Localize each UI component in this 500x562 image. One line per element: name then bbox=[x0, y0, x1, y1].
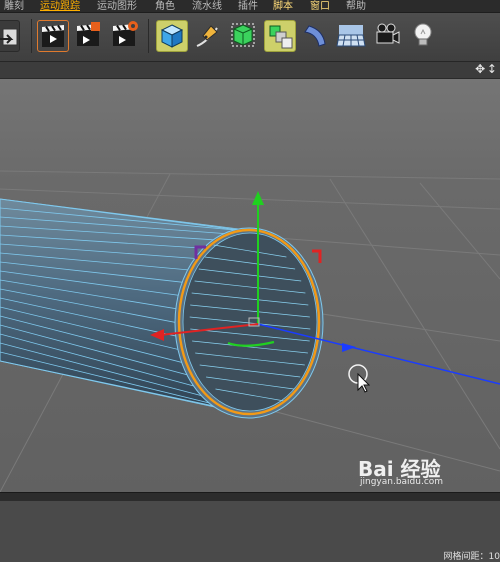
pen-spline-button[interactable] bbox=[191, 20, 223, 52]
perspective-viewport[interactable]: 网格间距：10 bbox=[0, 79, 500, 562]
menu-help[interactable]: 帮助 bbox=[346, 0, 366, 12]
deformer-button[interactable] bbox=[301, 20, 333, 52]
render-settings-button[interactable] bbox=[109, 20, 141, 52]
subdivision-cube-icon bbox=[231, 23, 255, 47]
menu-plugins[interactable]: 插件 bbox=[238, 0, 258, 12]
menu-sculpt[interactable]: 雕刻 bbox=[4, 0, 24, 12]
cube-button[interactable] bbox=[156, 20, 188, 52]
light-bulb-icon bbox=[414, 23, 432, 46]
viewport-canvas[interactable] bbox=[0, 79, 500, 492]
array-button[interactable] bbox=[264, 20, 296, 52]
viewport-header: ✥ ↕ bbox=[0, 62, 500, 79]
grid-spacing-label: 网格间距：10 bbox=[443, 552, 500, 562]
watermark-url: jingyan.baidu.com bbox=[360, 477, 444, 487]
viewport-navigation-icon[interactable]: ✥ ↕ bbox=[475, 62, 497, 76]
pen-icon bbox=[196, 25, 218, 47]
menu-bar: 雕刻 运动跟踪 运动图形 角色 流水线 插件 脚本 窗口 帮助 bbox=[0, 0, 500, 13]
light-button[interactable] bbox=[408, 20, 440, 52]
arrow-right-icon bbox=[0, 28, 18, 46]
mouse-cursor bbox=[348, 364, 371, 397]
render-picture-viewer-button[interactable] bbox=[73, 20, 105, 52]
clapperboard-gear-icon bbox=[113, 21, 138, 46]
camera-icon bbox=[376, 23, 400, 44]
array-cubes-icon bbox=[269, 25, 293, 49]
subdivision-surface-button[interactable] bbox=[228, 20, 260, 52]
menu-script[interactable]: 脚本 bbox=[273, 0, 293, 12]
cube-icon bbox=[160, 24, 184, 48]
floor-grid-icon bbox=[336, 25, 366, 47]
toolbar bbox=[0, 13, 500, 62]
toolbar-separator bbox=[148, 19, 149, 53]
bend-deformer-icon bbox=[304, 25, 326, 47]
toolbar-separator bbox=[31, 19, 32, 53]
menu-character[interactable]: 角色 bbox=[155, 0, 175, 12]
clapperboard-icon bbox=[42, 24, 64, 47]
floor-environment-button[interactable] bbox=[336, 20, 368, 52]
tube-cap-inner bbox=[182, 232, 318, 412]
clapperboard-viewer-icon bbox=[77, 22, 100, 46]
menu-motion-tracking[interactable]: 运动跟踪 bbox=[40, 0, 80, 12]
menu-window[interactable]: 窗口 bbox=[310, 0, 330, 12]
menu-mograph[interactable]: 运动图形 bbox=[97, 0, 137, 12]
previous-tool-button[interactable] bbox=[0, 20, 20, 52]
menu-pipeline[interactable]: 流水线 bbox=[192, 0, 222, 12]
camera-button[interactable] bbox=[372, 20, 404, 52]
cursor-icon bbox=[348, 364, 371, 393]
watermark: Bai 经验 jingyan.baidu.com bbox=[358, 453, 500, 491]
render-view-button[interactable] bbox=[37, 20, 69, 52]
